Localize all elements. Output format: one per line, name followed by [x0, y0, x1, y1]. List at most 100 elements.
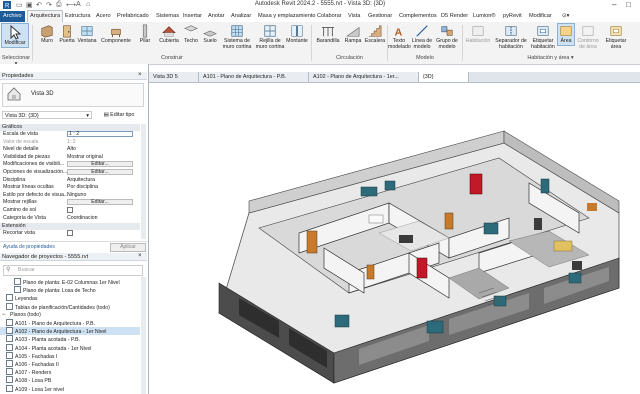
maximize-icon[interactable]: □: [626, 0, 631, 9]
browser-item[interactable]: − Planos (todo): [0, 310, 140, 319]
browser-item[interactable]: A105 - Fachadas I: [0, 351, 140, 360]
properties-scrollbar[interactable]: [141, 124, 146, 239]
sheet-icon: [14, 278, 21, 285]
tab-view-3d-5[interactable]: Vista 3D 5: [149, 72, 199, 82]
close-browser-icon[interactable]: ×: [138, 253, 142, 259]
window-button[interactable]: Ventana: [76, 24, 98, 45]
edit-button[interactable]: Editar...: [67, 199, 133, 206]
property-row[interactable]: Recortar vista: [0, 230, 140, 237]
property-value: Por disciplina: [67, 184, 98, 191]
property-row[interactable]: Disciplina Arquitectura: [0, 177, 140, 184]
ceiling-button[interactable]: Techo: [182, 24, 200, 45]
browser-item[interactable]: A101 - Plano de Arquitectura - P.B.: [0, 319, 140, 327]
property-row[interactable]: Modificaciones de visibili... Editar...: [0, 161, 140, 168]
property-row[interactable]: Camino de sol: [0, 207, 140, 214]
area-boundary-button[interactable]: Contorno de área: [575, 24, 601, 50]
tab-view-a102[interactable]: A102 - Plano de Arquitectura - 1er...: [309, 72, 419, 82]
checkbox[interactable]: [67, 230, 73, 238]
browser-item[interactable]: A104 - Planta acotada - 1er Nivel: [0, 343, 140, 352]
model-group-button[interactable]: Grupo de modelo: [434, 24, 460, 50]
minimize-icon[interactable]: –: [612, 0, 616, 9]
category-graphics[interactable]: Gráficos: [0, 124, 140, 131]
tab-gestionar[interactable]: Gestionar: [368, 11, 392, 22]
tab-masa[interactable]: Masa y emplazamiento: [258, 11, 316, 22]
group-room-area[interactable]: Habitación y área ▾: [463, 55, 638, 61]
room-separator-button[interactable]: Separador de habitación: [493, 24, 529, 50]
tab-view-3d[interactable]: {3D}: [419, 72, 469, 82]
view-scale-field[interactable]: 1 : 2: [67, 131, 133, 137]
wall-button[interactable]: Muro: [36, 24, 58, 45]
modify-button[interactable]: Modificar: [1, 23, 29, 48]
tab-complementos[interactable]: Complementos: [399, 11, 437, 22]
browser-item[interactable]: A103 - Planta acotada - P.B.: [0, 335, 140, 343]
floor-button[interactable]: Suelo: [201, 24, 219, 45]
railing-button[interactable]: Barandilla: [313, 24, 343, 45]
property-row[interactable]: Nivel de detalle Alto: [0, 146, 140, 153]
property-row[interactable]: Estilo por defecto de visua... Ninguno: [0, 192, 140, 199]
tab-view-a101[interactable]: A101 - Plano de Arquitectura - P.B.: [199, 72, 309, 82]
model-text-button[interactable]: A Texto modelado: [388, 24, 411, 50]
browser-scrollbar[interactable]: [141, 277, 146, 394]
roof-button[interactable]: Cubierta: [157, 24, 181, 45]
mullion-button[interactable]: Montante: [285, 24, 309, 45]
property-row[interactable]: Opciones de visualización... Editar...: [0, 169, 140, 176]
component-button[interactable]: Componente: [99, 24, 133, 45]
type-selector[interactable]: Vista 3D: [2, 83, 144, 107]
edit-type-button[interactable]: ▤ Editar tipo: [95, 111, 143, 119]
property-row[interactable]: Visibilidad de piezas Mostrar original: [0, 154, 140, 161]
instance-filter[interactable]: Vista 3D: {3D} ▾: [2, 111, 92, 119]
browser-item[interactable]: A106 - Fachadas II: [0, 360, 140, 368]
ribbon-panel: Modificar Muro Puerta Ventana Componente…: [0, 22, 640, 67]
properties-help-link[interactable]: Ayuda de propiedades: [3, 244, 55, 250]
browser-item[interactable]: Plano de planta: E-02 Columnas 1er Nivel: [0, 278, 140, 286]
tag-area-button[interactable]: Etiquetar área: [602, 24, 630, 50]
tab-modificar[interactable]: Modificar: [529, 11, 552, 22]
property-row[interactable]: Valor de escala 1: 2: [0, 139, 140, 146]
tab-file[interactable]: Archivo: [0, 11, 25, 22]
tab-lumion[interactable]: Lumion®: [473, 11, 495, 22]
property-row[interactable]: Mostrar líneas ocultas Por disciplina: [0, 184, 140, 191]
category-extent[interactable]: Extensión: [0, 223, 140, 230]
tab-insertar[interactable]: Insertar: [183, 11, 202, 22]
tag-room-button[interactable]: Etiquetar habitación: [529, 24, 557, 50]
browser-item[interactable]: A102 - Plano de Arquitectura - 1er Nivel: [0, 327, 140, 336]
tab-estructura[interactable]: Estructura: [65, 11, 91, 22]
room-button[interactable]: Habitación: [463, 24, 493, 45]
property-row[interactable]: Categoría de Vista Coordinacion: [0, 215, 140, 222]
browser-item[interactable]: Plano de planta: Losa de Techo: [0, 286, 140, 294]
column-button[interactable]: Pilar: [136, 24, 154, 45]
property-row[interactable]: Mostrar rejillas Editar...: [0, 199, 140, 206]
model-line-button[interactable]: Línea de modelo: [410, 24, 434, 50]
ribbon-options-icon[interactable]: ⊙▾: [562, 11, 570, 22]
tab-sistemas[interactable]: Sistemas: [156, 11, 179, 22]
mullion-icon: [291, 25, 303, 37]
area-button[interactable]: Área: [557, 23, 575, 46]
browser-item[interactable]: A109 - Losa 1er nivel: [0, 384, 140, 393]
door-button[interactable]: Puerta: [58, 24, 76, 45]
browser-item[interactable]: Tablas de planificación/Cantidades (todo…: [0, 302, 140, 311]
tab-pyrevit[interactable]: pyRevit: [503, 11, 522, 22]
sheet-icon: [6, 360, 13, 367]
stair-button[interactable]: Escalera: [363, 24, 387, 45]
browser-item[interactable]: Leyendas: [0, 294, 140, 302]
apply-button[interactable]: Aplicar: [110, 243, 146, 252]
edit-button[interactable]: Editar...: [67, 169, 133, 175]
browser-search[interactable]: ⚲ Buscar: [3, 265, 143, 276]
tab-colaborar[interactable]: Colaborar: [317, 11, 342, 22]
mullion-label: Montante: [286, 38, 308, 44]
3d-viewport[interactable]: [149, 83, 640, 394]
ramp-button[interactable]: Rampa: [343, 24, 363, 45]
tab-acero[interactable]: Acero: [96, 11, 111, 22]
curtain-grid-button[interactable]: Rejilla de muro cortina: [255, 24, 285, 50]
tab-vista[interactable]: Vista: [348, 11, 360, 22]
curtain-system-button[interactable]: Sistema de muro cortina: [220, 24, 254, 50]
close-properties-icon[interactable]: ×: [138, 72, 142, 78]
property-row[interactable]: Escala de vista 1 : 2: [0, 131, 140, 138]
edit-button[interactable]: Editar...: [67, 161, 133, 168]
browser-item[interactable]: A107 - Renders: [0, 368, 140, 376]
tab-d5-render[interactable]: D5 Render: [441, 11, 468, 22]
tab-prefabricado[interactable]: Prefabricado: [117, 11, 149, 22]
browser-item[interactable]: A108 - Losa PB: [0, 376, 140, 384]
tab-anotar[interactable]: Anotar: [208, 11, 224, 22]
tab-analizar[interactable]: Analizar: [231, 11, 251, 22]
